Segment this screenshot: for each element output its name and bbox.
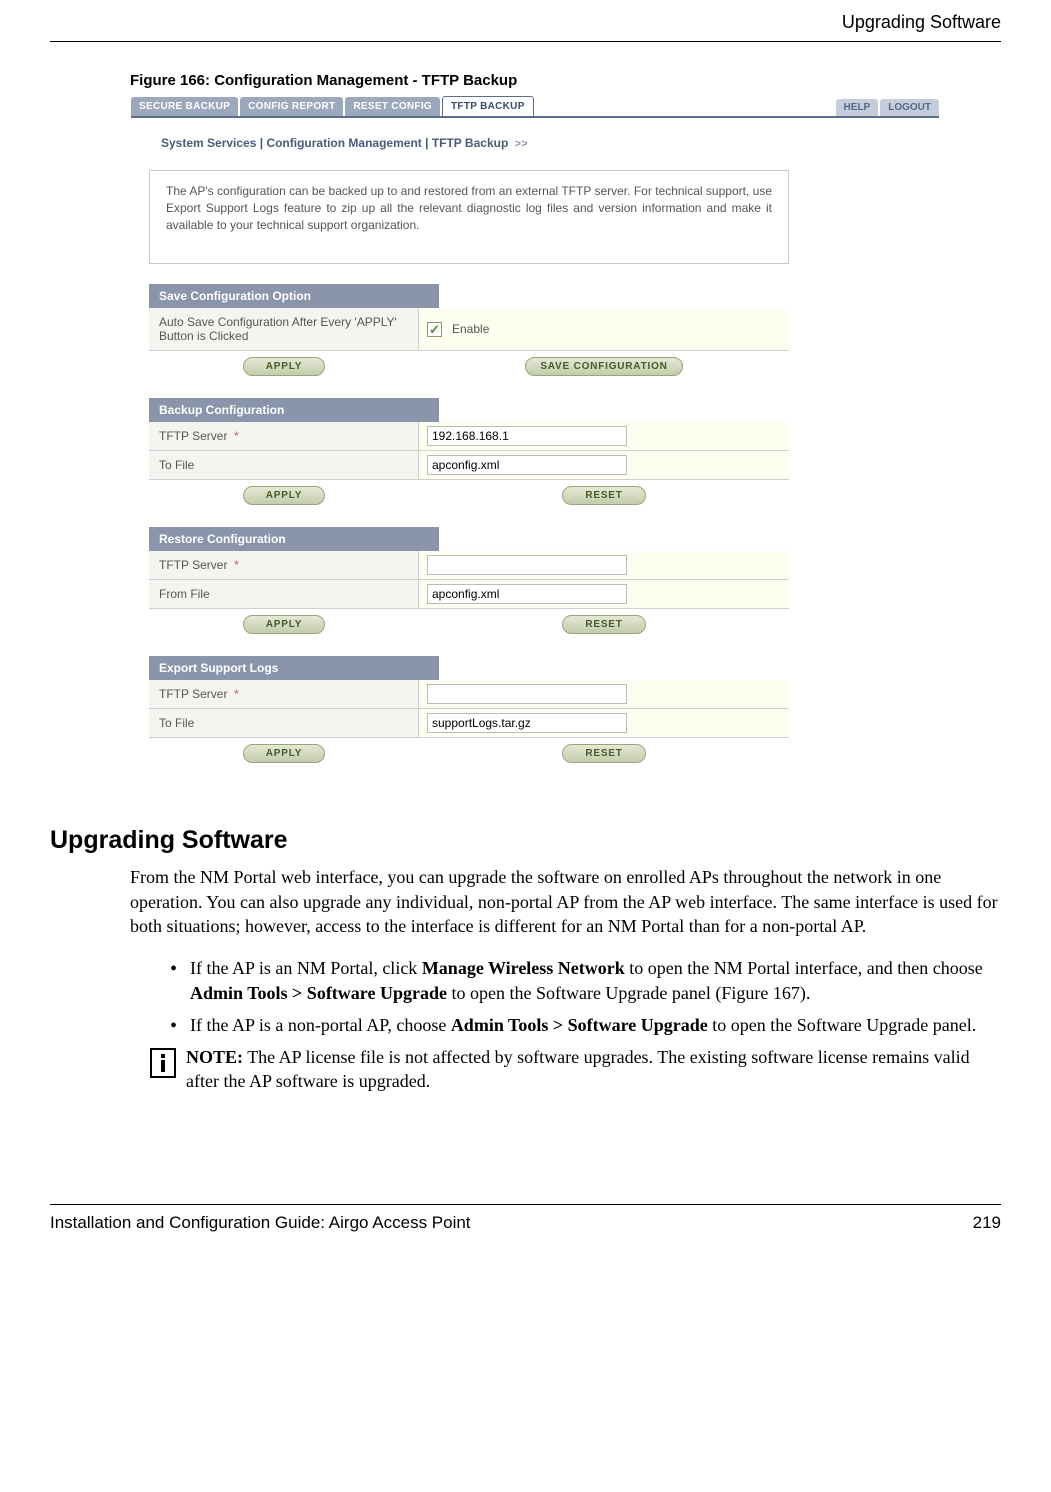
save-config-section: Save Configuration Option Auto Save Conf… — [149, 284, 789, 380]
bullet-2: If the AP is a non-portal AP, choose Adm… — [170, 1013, 1001, 1037]
screenshot-panel: SECURE BACKUP CONFIG REPORT RESET CONFIG… — [130, 93, 940, 786]
section-title: Upgrading Software — [50, 826, 1001, 855]
export-apply-button[interactable]: APPLY — [243, 744, 325, 763]
export-file-input[interactable] — [427, 713, 627, 733]
save-config-button[interactable]: SAVE CONFIGURATION — [525, 357, 682, 376]
header-title: Upgrading Software — [842, 12, 1001, 32]
crumb-2: Configuration Management — [266, 136, 421, 150]
backup-header: Backup Configuration — [149, 398, 439, 422]
backup-file-input[interactable] — [427, 455, 627, 475]
export-server-input[interactable] — [427, 684, 627, 704]
backup-server-label: TFTP Server * — [149, 422, 419, 450]
description-box: The AP's configuration can be backed up … — [149, 170, 789, 264]
tab-tftp-backup[interactable]: TFTP BACKUP — [442, 96, 534, 116]
restore-file-label: From File — [149, 580, 419, 608]
backup-file-label: To File — [149, 451, 419, 479]
restore-header: Restore Configuration — [149, 527, 439, 551]
export-header: Export Support Logs — [149, 656, 439, 680]
crumb-3: TFTP Backup — [432, 136, 508, 150]
breadcrumb: System Services | Configuration Manageme… — [131, 118, 939, 162]
note-block: NOTE: The AP license file is not affecte… — [150, 1045, 1001, 1094]
export-reset-button[interactable]: RESET — [562, 744, 645, 763]
export-section: Export Support Logs TFTP Server * To Fil… — [149, 656, 789, 767]
help-button[interactable]: HELP — [836, 99, 879, 116]
restore-server-label: TFTP Server * — [149, 551, 419, 579]
export-file-label: To File — [149, 709, 419, 737]
breadcrumb-arrow-icon: >> — [512, 138, 528, 150]
running-header: Upgrading Software — [50, 0, 1001, 42]
autosave-row: Auto Save Configuration After Every 'APP… — [149, 308, 789, 351]
backup-section: Backup Configuration TFTP Server * To Fi… — [149, 398, 789, 509]
tab-bar: SECURE BACKUP CONFIG REPORT RESET CONFIG… — [131, 94, 939, 118]
info-icon — [150, 1048, 176, 1078]
intro-paragraph: From the NM Portal web interface, you ca… — [130, 865, 1001, 938]
tab-secure-backup[interactable]: SECURE BACKUP — [131, 97, 238, 116]
autosave-label: Auto Save Configuration After Every 'APP… — [149, 308, 419, 350]
restore-apply-button[interactable]: APPLY — [243, 615, 325, 634]
restore-section: Restore Configuration TFTP Server * From… — [149, 527, 789, 638]
tab-reset-config[interactable]: RESET CONFIG — [345, 97, 440, 116]
save-apply-button[interactable]: APPLY — [243, 357, 325, 376]
export-server-label: TFTP Server * — [149, 680, 419, 708]
backup-reset-button[interactable]: RESET — [562, 486, 645, 505]
crumb-1: System Services — [161, 136, 256, 150]
footer-page-number: 219 — [973, 1213, 1001, 1233]
restore-server-input[interactable] — [427, 555, 627, 575]
footer-left: Installation and Configuration Guide: Ai… — [50, 1213, 471, 1233]
note-text: NOTE: The AP license file is not affecte… — [186, 1045, 1001, 1094]
restore-reset-button[interactable]: RESET — [562, 615, 645, 634]
page-footer: Installation and Configuration Guide: Ai… — [50, 1204, 1001, 1263]
backup-apply-button[interactable]: APPLY — [243, 486, 325, 505]
tab-config-report[interactable]: CONFIG REPORT — [240, 97, 343, 116]
logout-button[interactable]: LOGOUT — [880, 99, 939, 116]
backup-server-input[interactable] — [427, 426, 627, 446]
enable-checkbox[interactable]: ✓ — [427, 322, 442, 337]
enable-text: Enable — [452, 322, 489, 336]
bullet-1: If the AP is an NM Portal, click Manage … — [170, 956, 1001, 1005]
bullet-list: If the AP is an NM Portal, click Manage … — [170, 956, 1001, 1037]
restore-file-input[interactable] — [427, 584, 627, 604]
save-config-header: Save Configuration Option — [149, 284, 439, 308]
figure-caption: Figure 166: Configuration Management - T… — [130, 72, 1001, 89]
